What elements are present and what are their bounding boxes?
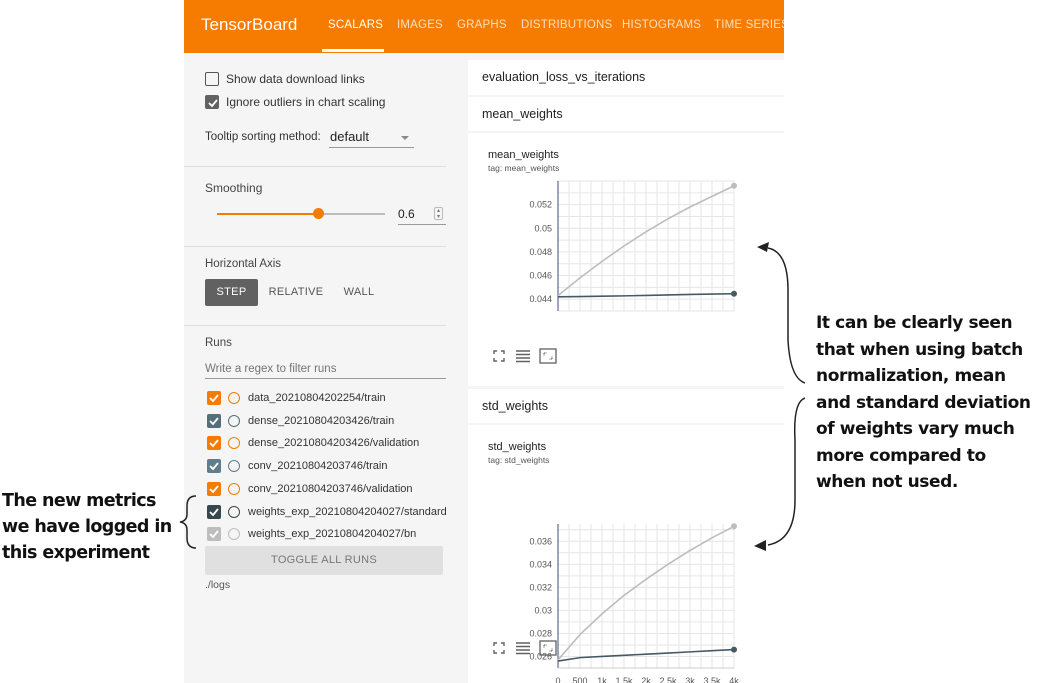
upper-arrowhead [757, 242, 769, 252]
lower-arrow-curve [767, 397, 806, 546]
lower-arrowhead [754, 540, 766, 551]
left-curly-brace [179, 495, 197, 549]
annotation-overlay [179, 242, 806, 551]
upper-arrow-curve [767, 247, 806, 384]
